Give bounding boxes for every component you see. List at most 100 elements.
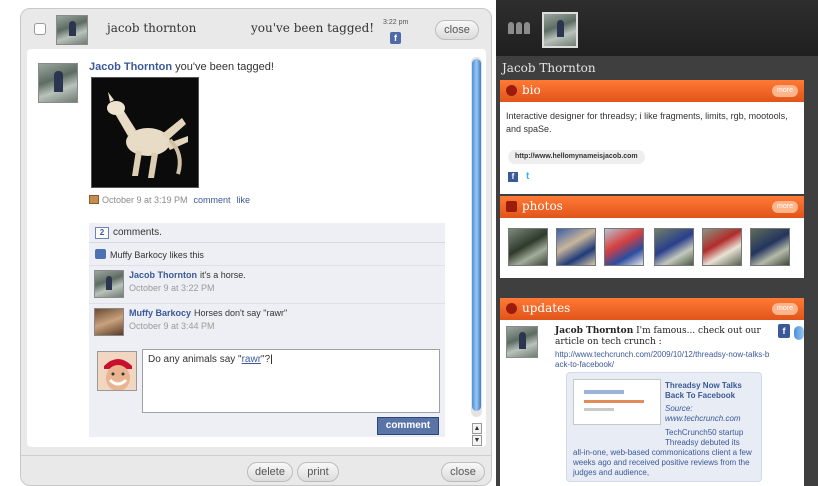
smiling-face-image — [98, 352, 136, 390]
horse-figurine-image — [92, 78, 198, 187]
profile-tab-avatar[interactable] — [542, 12, 578, 48]
photo-thumbnail[interactable] — [508, 228, 548, 266]
comment-row: Jacob Thornton it's a horse. October 9 at… — [89, 265, 445, 301]
post-title: Jacob Thornton you've been tagged! — [89, 61, 274, 73]
bio-text: Interactive designer for threadsy; i lik… — [506, 111, 788, 134]
comments-label: comments. — [113, 227, 162, 238]
commenter-avatar — [94, 270, 124, 298]
print-button[interactable]: print — [297, 462, 339, 482]
current-user-avatar — [97, 351, 137, 391]
photos-section-body — [500, 218, 804, 278]
bio-website-link[interactable]: http://www.hellomynameisjacob.com — [508, 150, 645, 164]
panel-tabs — [496, 0, 818, 56]
app-screen: jacob thornton you've been tagged! 3:22 … — [0, 0, 818, 486]
link-preview-source: Source: www.techcrunch.com — [665, 404, 741, 423]
header-close-button[interactable]: close — [435, 20, 479, 40]
comment-time: October 9 at 3:22 PM — [129, 283, 215, 293]
photos-title: photos — [522, 199, 563, 213]
link-preview-description: TechCrunch50 startup Threadsy debuted it… — [573, 428, 759, 478]
comment-body: it's a horse. — [200, 270, 246, 280]
bio-title: bio — [522, 83, 541, 97]
bio-more-button[interactable]: more — [772, 85, 798, 97]
scroll-up-arrow[interactable]: ▲ — [472, 423, 482, 434]
updates-section-body: Jacob Thornton I'm famous... check out o… — [500, 320, 804, 486]
tagged-photo[interactable] — [91, 77, 199, 188]
updates-section-header: updates more — [500, 298, 804, 320]
comment-count-badge: 2 — [95, 227, 109, 239]
comments-header[interactable]: 2 comments. — [89, 223, 445, 243]
like-link[interactable]: like — [237, 195, 251, 205]
message-header: jacob thornton you've been tagged! 3:22 … — [21, 9, 491, 49]
photo-thumbnail[interactable] — [750, 228, 790, 266]
post-meta: October 9 at 3:19 PM comment like — [89, 195, 250, 205]
link-preview-title[interactable]: Threadsy Now Talks Back To Facebook — [665, 381, 757, 401]
message-time: 3:22 pm — [383, 19, 409, 26]
comment-body: Horses don't say "rawr" — [194, 308, 288, 318]
message-footer: delete print close — [21, 455, 491, 485]
text-cursor: | — [270, 354, 273, 365]
facebook-icon: f — [778, 324, 790, 338]
camera-icon — [506, 201, 517, 212]
comment-text: Jacob Thornton it's a horse. — [129, 270, 246, 280]
sender-avatar — [56, 15, 88, 45]
twitter-icon[interactable]: t — [526, 172, 536, 182]
profile-panel: Jacob Thornton bio more Interactive desi… — [496, 0, 818, 486]
link-preview-screenshot — [573, 379, 661, 425]
post-timestamp: October 9 at 3:19 PM — [102, 195, 188, 205]
photos-more-button[interactable]: more — [772, 201, 798, 213]
message-window: jacob thornton you've been tagged! 3:22 … — [20, 8, 492, 486]
scroll-down-arrow[interactable]: ▼ — [472, 435, 482, 446]
footer-close-button[interactable]: close — [441, 462, 485, 482]
profile-name: Jacob Thornton — [502, 61, 596, 75]
updates-title: updates — [522, 301, 571, 315]
post-author-link[interactable]: Jacob Thornton — [89, 61, 172, 73]
photo-icon — [89, 195, 99, 204]
post-card: Jacob Thornton you've been tagged! Octob… — [27, 49, 486, 447]
bio-section-body: Interactive designer for threadsy; i lik… — [500, 102, 804, 194]
commenter-avatar — [94, 308, 124, 336]
post-author-avatar — [38, 63, 78, 103]
update-link-url[interactable]: http://www.techcrunch.com/2009/10/12/thr… — [555, 350, 773, 370]
photo-thumbnail[interactable] — [702, 228, 742, 266]
comments-box: 2 comments. Muffy Barkocy likes this Jaco… — [89, 223, 445, 437]
bio-section-header: bio more — [500, 80, 804, 102]
updates-more-button[interactable]: more — [772, 303, 798, 315]
submit-comment-button[interactable]: comment — [377, 417, 439, 435]
contacts-icon[interactable] — [508, 22, 530, 34]
link-preview-card[interactable]: Threadsy Now Talks Back To Facebook Sour… — [566, 372, 762, 482]
comment-time: October 9 at 3:44 PM — [129, 321, 215, 331]
reply-text-prefix: Do any animals say " — [148, 354, 242, 365]
photos-section-header: photos more — [500, 196, 804, 218]
person-icon — [506, 85, 517, 96]
likes-line: Muffy Barkocy likes this — [95, 249, 204, 260]
link-desc-rest: all-in-one, web-based commonications cli… — [573, 448, 752, 477]
reply-text-spellcheck-word: rawr — [241, 354, 262, 365]
update-author-avatar — [506, 326, 538, 358]
delete-button[interactable]: delete — [247, 462, 293, 482]
facebook-icon[interactable]: f — [508, 172, 518, 182]
facebook-icon: f — [390, 32, 401, 44]
scrollbar-thumb[interactable] — [472, 59, 481, 411]
photo-thumbnail[interactable] — [654, 228, 694, 266]
comment-text: Muffy Barkocy Horses don't say "rawr" — [129, 308, 287, 318]
post-title-text: you've been tagged! — [172, 61, 274, 73]
scrollbar-track[interactable] — [471, 57, 482, 417]
updates-scrollbar[interactable] — [794, 326, 804, 340]
thumbs-up-icon — [95, 249, 106, 259]
update-text: Jacob Thornton I'm famous... check out o… — [555, 326, 773, 348]
comment-link[interactable]: comment — [194, 195, 231, 205]
photo-thumbnail[interactable] — [604, 228, 644, 266]
update-author[interactable]: Jacob Thornton — [555, 326, 633, 336]
comment-row: Muffy Barkocy Horses don't say "rawr" Oct… — [89, 303, 445, 339]
sender-name: jacob thornton — [107, 21, 197, 35]
reply-text-suffix: "? — [261, 354, 271, 365]
speech-bubble-icon — [506, 303, 517, 314]
likes-text: Muffy Barkocy likes this — [110, 250, 204, 260]
reply-textarea[interactable]: Do any animals say "rawr"?| — [142, 349, 440, 413]
message-subject: you've been tagged! — [251, 21, 375, 35]
link-desc-first: TechCrunch50 startup Threadsy debuted it… — [665, 428, 744, 447]
photo-thumbnail[interactable] — [556, 228, 596, 266]
select-checkbox[interactable] — [34, 23, 46, 35]
commenter-name[interactable]: Muffy Barkocy — [129, 308, 191, 318]
commenter-name[interactable]: Jacob Thornton — [129, 270, 197, 280]
